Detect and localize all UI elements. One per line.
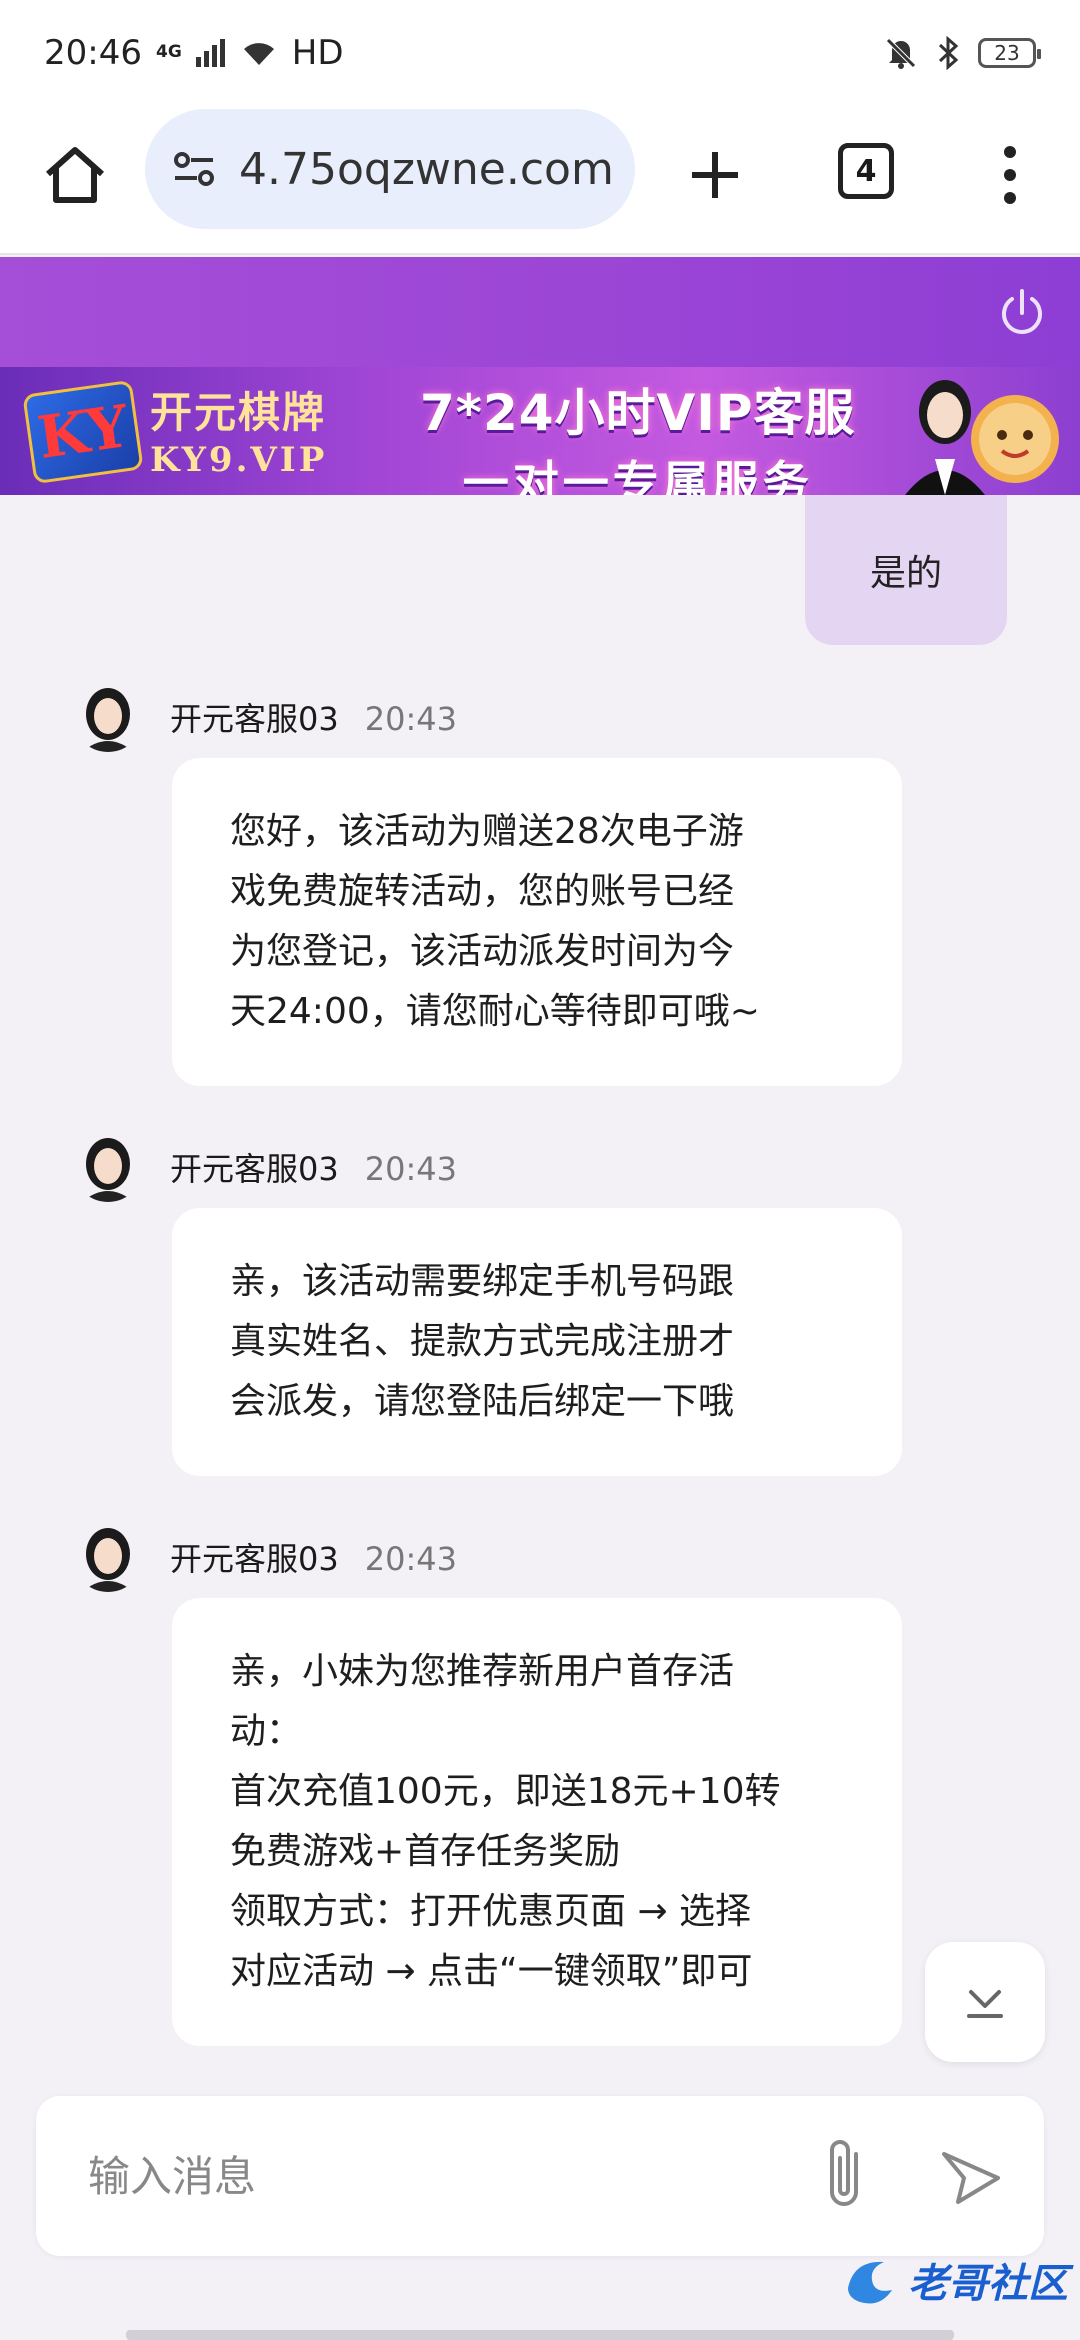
brand-block: 开元棋牌 KY9.VIP	[150, 379, 327, 480]
agent-avatar	[72, 1520, 144, 1592]
message-line: 为您登记，该活动派发时间为今	[230, 931, 735, 972]
url-text[interactable]: 4.75oqzwne.com	[239, 144, 614, 195]
message-line: 领取方式：打开优惠页面 → 选择	[230, 1891, 752, 1932]
send-icon[interactable]	[936, 2144, 1006, 2214]
sender-name: 开元客服03	[170, 700, 339, 738]
tab-switcher-button[interactable]: 4	[838, 143, 894, 199]
home-icon[interactable]	[40, 140, 110, 210]
message-meta: 开元客服03 20:43	[170, 1144, 457, 1190]
bottom-edge-divider	[126, 2330, 954, 2340]
message-line: 真实姓名、提款方式完成注册才	[230, 1321, 735, 1362]
message-meta: 开元客服03 20:43	[170, 694, 457, 740]
status-left: 20:46 4G HD	[44, 33, 344, 73]
message-line: 动：	[230, 1711, 303, 1752]
message-line: 会派发，请您登陆后绑定一下哦	[230, 1381, 735, 1422]
message-line: 首次充值100元，即送18元+10转	[230, 1771, 781, 1812]
watermark-text: 老哥社区	[908, 2261, 1068, 2307]
banner-slogan: 7*24小时VIP客服 一对一专属服务	[420, 373, 855, 495]
wifi-icon	[243, 42, 274, 65]
attachment-icon[interactable]	[816, 2134, 876, 2218]
message-line: 戏免费旋转活动，您的账号已经	[230, 871, 735, 912]
watermark: 老哥社区	[840, 2248, 1070, 2312]
message-input-bar	[36, 2096, 1044, 2256]
message-line: 免费游戏+首存任务奖励	[230, 1831, 621, 1872]
mascot-icon	[971, 395, 1059, 483]
message-line: 您好，该活动为赠送28次电子游	[230, 811, 744, 852]
watermark-logo-icon	[848, 2261, 892, 2304]
brand-name: 开元棋牌	[150, 388, 327, 437]
battery-indicator: 23	[978, 37, 1041, 68]
chat-header	[0, 257, 1080, 367]
message-line: 对应活动 → 点击“一键领取”即可	[230, 1951, 753, 1992]
message-time: 20:43	[364, 1150, 457, 1188]
message-line: 亲，小妹为您推荐新用户首存活	[230, 1651, 735, 1692]
message-input[interactable]	[88, 2146, 788, 2206]
brand-domain: KY9.VIP	[150, 440, 328, 480]
status-right: 23	[884, 35, 1041, 70]
more-vert-icon[interactable]	[995, 140, 1025, 210]
agent-avatar	[72, 680, 144, 752]
message-line: 亲，该活动需要绑定手机号码跟	[230, 1261, 735, 1302]
message-bubble: 您好，该活动为赠送28次电子游 戏免费旋转活动，您的账号已经 为您登记，该活动派…	[172, 758, 902, 1086]
network-type: 4G	[155, 42, 182, 62]
message-line: 天24:00，请您耐心等待即可哦~	[230, 991, 760, 1032]
plus-icon[interactable]	[680, 140, 750, 210]
bluetooth-icon	[938, 35, 959, 70]
message-time: 20:43	[364, 700, 457, 738]
status-time: 20:46	[44, 32, 142, 73]
address-bar[interactable]: 4.75oqzwne.com	[145, 109, 635, 229]
outgoing-message: 是的	[805, 495, 1007, 645]
logo-text: KY	[33, 392, 133, 472]
slogan-line-1: 7*24小时VIP客服	[420, 384, 856, 442]
chevron-down-icon	[967, 1990, 1003, 2018]
signal-icon	[195, 38, 225, 67]
sender-name: 开元客服03	[170, 1540, 339, 1578]
slogan-line-2: 一对一专属服务	[462, 456, 813, 495]
agent-avatar	[72, 1130, 144, 1202]
message-meta: 开元客服03 20:43	[170, 1534, 457, 1580]
sender-name: 开元客服03	[170, 1150, 339, 1188]
mute-bell-icon	[886, 37, 916, 69]
message-time: 20:43	[364, 1540, 457, 1578]
browser-toolbar: 4.75oqzwne.com 4	[0, 105, 1080, 255]
hd-indicator: HD	[291, 32, 344, 73]
power-icon[interactable]	[994, 285, 1050, 341]
message-bubble: 亲，小妹为您推荐新用户首存活 动： 首次充值100元，即送18元+10转 免费游…	[172, 1598, 902, 2046]
ky-logo: KY	[22, 379, 144, 485]
scroll-to-bottom-button[interactable]	[925, 1942, 1045, 2062]
promo-banner[interactable]: KY 开元棋牌 KY9.VIP 7*24小时VIP客服 一对一专属服务	[0, 367, 1080, 495]
site-settings-icon[interactable]	[169, 144, 219, 194]
status-bar: 20:46 4G HD 23	[0, 0, 1080, 105]
message-bubble: 亲，该活动需要绑定手机号码跟 真实姓名、提款方式完成注册才 会派发，请您登陆后绑…	[172, 1208, 902, 1476]
